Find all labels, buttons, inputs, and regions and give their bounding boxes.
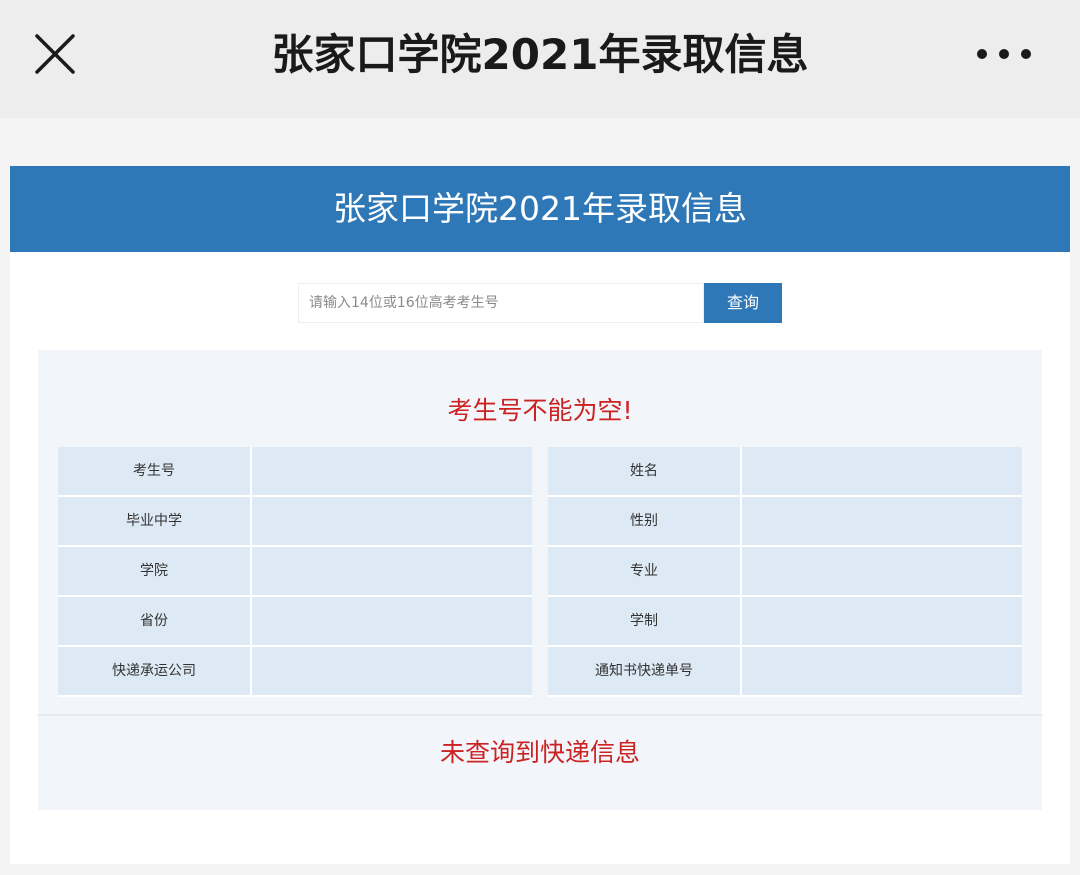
info-row: 姓名: [548, 447, 1022, 495]
info-table-right: 姓名 性别 专业 学制 通知书快递单号: [548, 447, 1022, 697]
field-label: 学制: [548, 597, 740, 645]
info-row: 专业: [548, 547, 1022, 595]
error-message: 考生号不能为空!: [447, 396, 633, 425]
info-table-left: 考生号 毕业中学 学院 省份 快递承运公司: [58, 447, 532, 697]
field-label: 学院: [58, 547, 250, 595]
field-value: [252, 547, 532, 595]
exam-number-input[interactable]: [298, 283, 704, 323]
field-value: [742, 597, 1022, 645]
info-row: 考生号: [58, 447, 532, 495]
field-value: [742, 447, 1022, 495]
query-button[interactable]: 查询: [704, 283, 782, 323]
field-label: 毕业中学: [58, 497, 250, 545]
card-header-title: 张家口学院2021年录取信息: [10, 166, 1070, 252]
field-label: 快递承运公司: [58, 647, 250, 695]
result-panel: 考生号不能为空! 考生号 毕业中学 学院 省份 快递承运公司 姓名 性别 专业 …: [38, 350, 1042, 810]
more-dots-icon[interactable]: [972, 36, 1036, 72]
app-bar-title: 张家口学院2021年录取信息: [271, 30, 809, 79]
app-bar: 张家口学院2021年录取信息: [0, 0, 1080, 118]
field-value: [252, 597, 532, 645]
search-bar: 查询: [298, 283, 782, 323]
info-row: 毕业中学: [58, 497, 532, 545]
close-icon[interactable]: [28, 27, 82, 81]
field-label: 性别: [548, 497, 740, 545]
info-row: 快递承运公司: [58, 647, 532, 695]
field-label: 姓名: [548, 447, 740, 495]
info-row: 学院: [58, 547, 532, 595]
field-value: [742, 547, 1022, 595]
field-value: [742, 647, 1022, 695]
field-value: [742, 497, 1022, 545]
field-label: 专业: [548, 547, 740, 595]
admission-card: 张家口学院2021年录取信息 查询 考生号不能为空! 考生号 毕业中学 学院 省…: [10, 166, 1070, 864]
info-row: 省份: [58, 597, 532, 645]
field-value: [252, 497, 532, 545]
field-value: [252, 647, 532, 695]
field-label: 省份: [58, 597, 250, 645]
express-status-message: 未查询到快递信息: [439, 738, 640, 767]
info-row: 通知书快递单号: [548, 647, 1022, 695]
field-value: [252, 447, 532, 495]
field-label: 通知书快递单号: [548, 647, 740, 695]
divider: [38, 714, 1042, 716]
info-row: 学制: [548, 597, 1022, 645]
info-row: 性别: [548, 497, 1022, 545]
field-label: 考生号: [58, 447, 250, 495]
